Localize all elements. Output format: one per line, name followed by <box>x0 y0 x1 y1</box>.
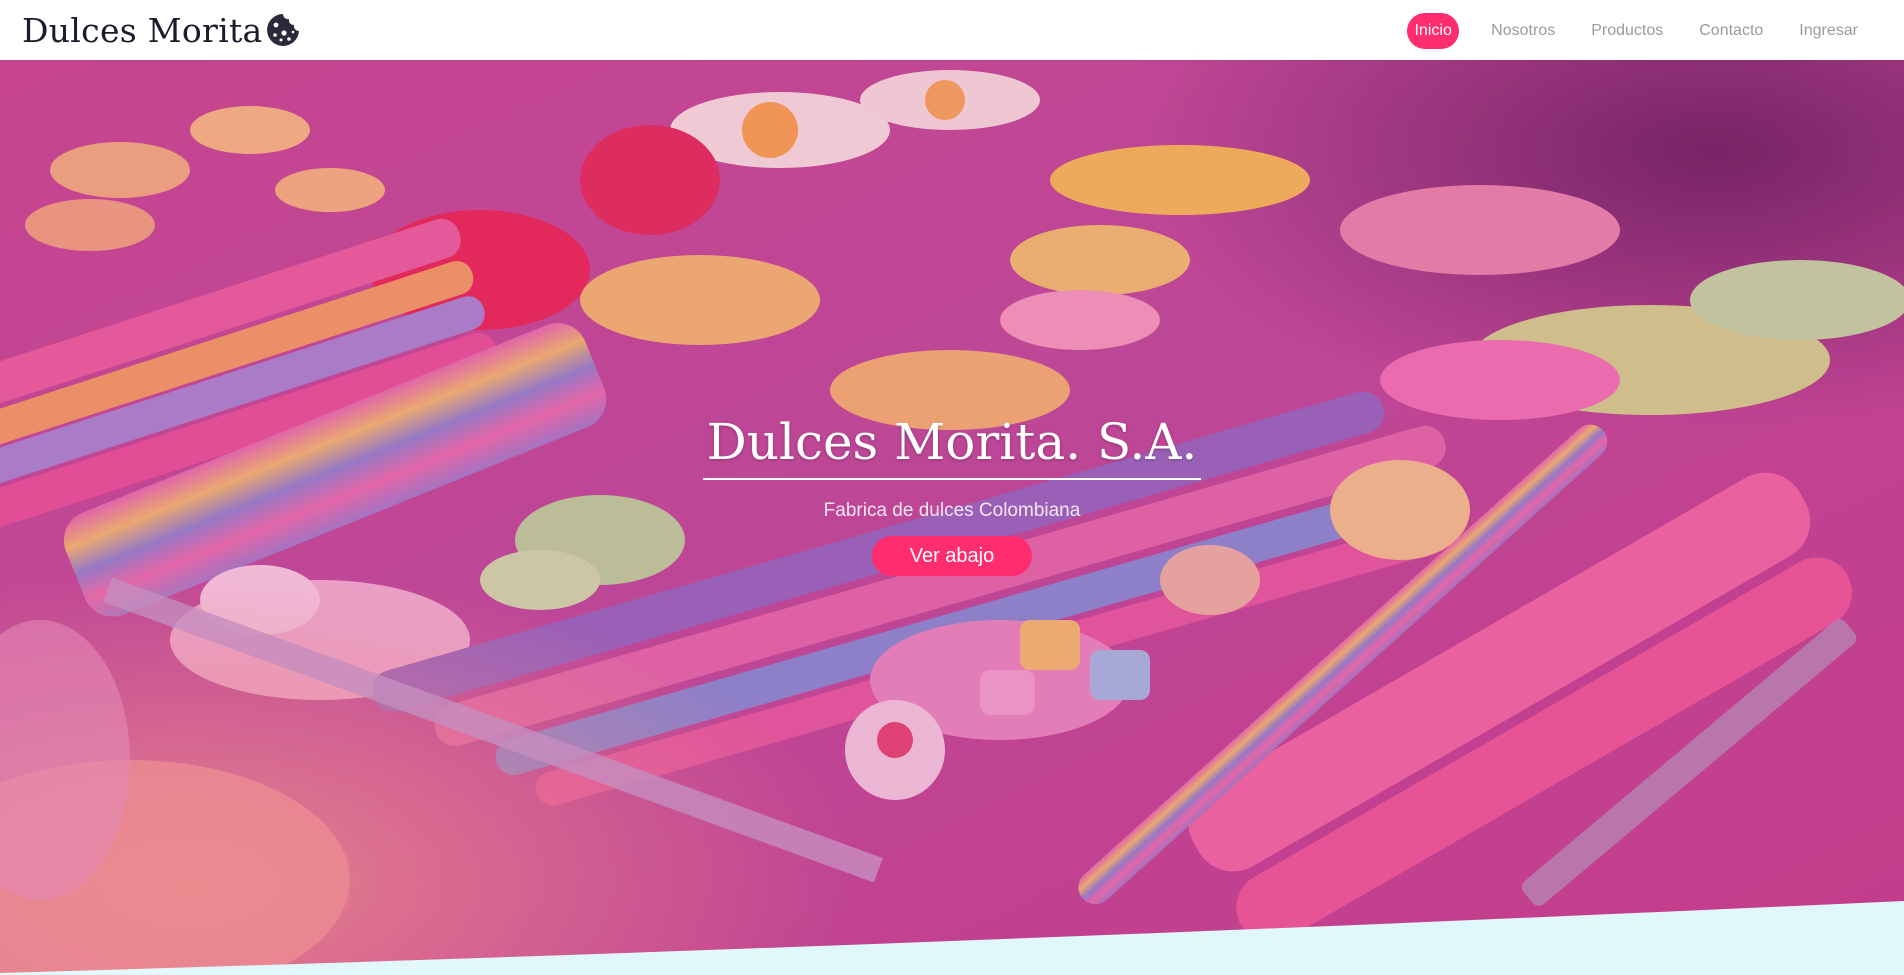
cookie-icon <box>266 14 299 46</box>
navbar: Dulces Morita Inicio Nosotros Productos … <box>0 0 1904 60</box>
hero-section: Dulces Morita. S.A. Fabrica de dulces Co… <box>0 60 1904 975</box>
brand-logo-link[interactable]: Dulces Morita <box>22 8 301 52</box>
nav-item-inicio[interactable]: Inicio <box>1407 13 1460 49</box>
hero-bottom-wave <box>0 901 1904 975</box>
nav-item-nosotros[interactable]: Nosotros <box>1473 13 1573 49</box>
hero-content: Dulces Morita. S.A. Fabrica de dulces Co… <box>0 415 1904 576</box>
page: Dulces Morita Inicio Nosotros Productos … <box>0 0 1904 975</box>
brand-name: Dulces Morita <box>22 10 263 50</box>
nav-menu: Inicio Nosotros Productos Contacto Ingre… <box>1407 13 1876 49</box>
nav-item-productos[interactable]: Productos <box>1573 13 1681 49</box>
nav-item-contacto[interactable]: Contacto <box>1681 13 1781 49</box>
hero-title: Dulces Morita. S.A. <box>702 415 1202 480</box>
nav-item-ingresar[interactable]: Ingresar <box>1781 13 1876 49</box>
hero-subtitle: Fabrica de dulces Colombiana <box>823 500 1081 521</box>
scroll-down-button[interactable]: Ver abajo <box>871 536 1033 576</box>
